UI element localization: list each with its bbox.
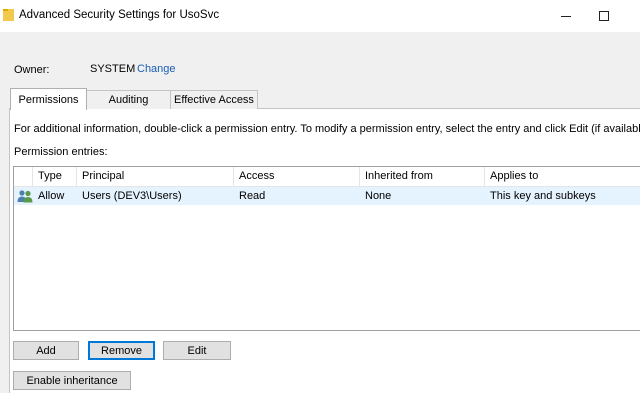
permission-entries-list[interactable]: Type Principal Access Inherited from App…	[13, 166, 640, 331]
column-header-type[interactable]: Type	[33, 167, 77, 186]
tab-auditing[interactable]: Auditing	[86, 90, 171, 109]
column-header-principal[interactable]: Principal	[77, 167, 234, 186]
table-row[interactable]: Allow Users (DEV3\Users) Read None This …	[14, 187, 640, 205]
folder-icon	[3, 9, 14, 21]
minimize-icon	[561, 15, 571, 17]
column-header-applies-to[interactable]: Applies to	[485, 167, 640, 186]
row-inherited-from: None	[365, 190, 392, 202]
row-principal: Users (DEV3\Users)	[82, 190, 182, 202]
add-button[interactable]: Add	[13, 341, 79, 360]
window-title: Advanced Security Settings for UsoSvc	[19, 9, 220, 21]
owner-value: SYSTEM	[90, 63, 136, 75]
tab-effective-access[interactable]: Effective Access	[170, 90, 258, 109]
enable-inheritance-button[interactable]: Enable inheritance	[13, 371, 131, 390]
remove-button[interactable]: Remove	[88, 341, 155, 360]
row-applies-to: This key and subkeys	[490, 190, 596, 202]
column-header-inherited-from[interactable]: Inherited from	[360, 167, 485, 186]
edit-button[interactable]: Edit	[163, 341, 231, 360]
owner-label: Owner:	[14, 64, 50, 76]
maximize-button[interactable]	[584, 0, 624, 32]
info-text: For additional information, double-click…	[14, 123, 640, 135]
title-bar: Advanced Security Settings for UsoSvc	[0, 0, 640, 32]
minimize-button[interactable]	[546, 0, 586, 32]
maximize-icon	[599, 11, 609, 21]
column-header-icon	[14, 167, 33, 186]
users-group-icon	[17, 190, 33, 203]
tab-permissions[interactable]: Permissions	[10, 88, 87, 110]
row-type: Allow	[38, 190, 65, 202]
row-access: Read	[239, 190, 266, 202]
column-header-access[interactable]: Access	[234, 167, 360, 186]
permission-entries-label: Permission entries:	[14, 146, 108, 158]
list-header: Type Principal Access Inherited from App…	[14, 167, 640, 187]
change-owner-link[interactable]: Change	[137, 63, 176, 75]
